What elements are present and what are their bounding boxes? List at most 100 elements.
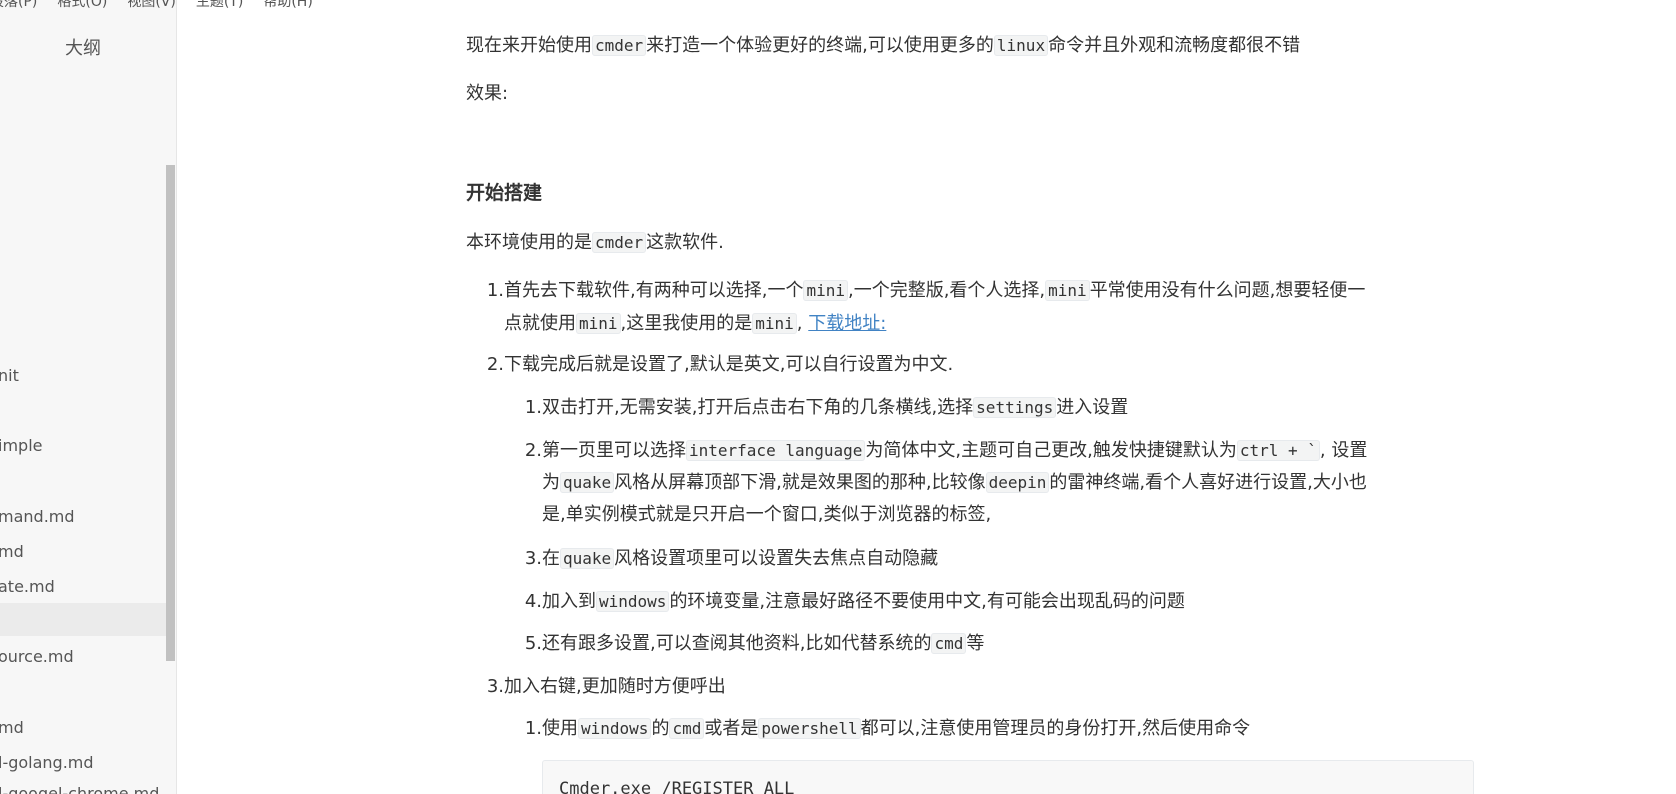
code-block[interactable]: Cmder.exe /REGISTER ALL — [542, 760, 1474, 794]
file-item[interactable]: md — [0, 712, 166, 744]
list-item: 加入右键,更加随时方便呼出 — [504, 676, 726, 697]
file-item[interactable]: mand.md — [0, 501, 166, 533]
file-item[interactable]: l-googel-chrome.md — [0, 778, 166, 794]
sidebar-title-outline[interactable]: 大纲 — [0, 34, 166, 60]
sub-list-number: 3. — [524, 548, 542, 569]
text: 加入到 — [542, 591, 596, 612]
file-label: l-googel-chrome.md — [0, 784, 160, 794]
list-number: 2. — [486, 354, 504, 375]
file-label: md — [0, 718, 24, 737]
selected-file-highlight[interactable] — [0, 603, 166, 636]
sub-list-item: 在 quake 风格设置项里可以设置失去焦点自动隐藏 — [542, 543, 938, 575]
list-number: 3. — [486, 676, 504, 697]
text: 的环境变量,注意最好路径不要使用中文,有可能会出现乱码的问题 — [669, 591, 1185, 612]
text: 进入设置 — [1056, 397, 1129, 418]
inline-code: cmder — [592, 232, 647, 253]
file-label: ource.md — [0, 647, 74, 666]
text: 平常使用没有什么问题,想要轻便一 — [1089, 280, 1366, 301]
text: 都可以,注意使用管理员的身份打开,然后使用命令 — [860, 718, 1251, 739]
text: 首先去下载软件,有两种可以选择,一个 — [504, 280, 804, 301]
sub-list-number: 2. — [524, 440, 542, 461]
inline-code: mini — [576, 313, 621, 334]
text: , 设置 — [1319, 440, 1368, 461]
inline-code: mini — [752, 313, 797, 334]
inline-code: settings — [973, 397, 1057, 418]
text: ,一个完整版,看个人选择, — [847, 280, 1046, 301]
text: 在 — [542, 548, 560, 569]
menu-view[interactable]: 视图(V) — [127, 0, 176, 11]
inline-code: powershell — [758, 718, 861, 739]
text: 来打造一个体验更好的终端,可以使用更多的 — [646, 35, 994, 56]
menu-theme[interactable]: 主题(T) — [196, 0, 243, 11]
file-label: mand.md — [0, 507, 75, 526]
file-item[interactable]: l-golang.md — [0, 747, 166, 779]
text: 风格从屏幕顶部下滑,就是效果图的那种,比较像 — [614, 472, 986, 493]
inline-code: interface language — [686, 440, 866, 461]
text: ,这里我使用的是 — [620, 313, 753, 334]
text: 命令并且外观和流畅度都很不错 — [1048, 35, 1301, 56]
sub-list-item: 加入到 windows 的环境变量,注意最好路径不要使用中文,有可能会出现乱码的问题 — [542, 586, 1185, 618]
file-item[interactable]: ource.md — [0, 641, 166, 673]
env-paragraph: 本环境使用的是 cmder 这款软件. — [466, 227, 724, 259]
sub-list-item: 使用 windows 的 cmd 或者是 powershell 都可以,注意使用管理员的身份… — [542, 713, 1250, 745]
list-item-continued: 点就使用 mini ,这里我使用的是 mini, 下载地址: — [504, 308, 886, 340]
text: 还有跟多设置,可以查阅其他资料,比如代替系统的 — [542, 633, 932, 654]
text: 这款软件. — [646, 232, 724, 253]
sidebar: 大纲 nit imple mand.md md ate.md ource.md … — [0, 0, 177, 794]
editor-content[interactable]: 现在来开始使用 cmder 来打造一个体验更好的终端,可以使用更多的 linux 命令并… — [466, 0, 1476, 794]
code-line: Cmder.exe /REGISTER ALL — [559, 779, 795, 794]
sub-list-number: 1. — [524, 397, 542, 418]
text: 现在来开始使用 — [466, 35, 592, 56]
list-number: 1. — [486, 280, 504, 301]
text: 的 — [651, 718, 670, 739]
file-label: md — [0, 542, 24, 561]
file-item[interactable]: ate.md — [0, 571, 166, 603]
inline-code: quake — [560, 472, 615, 493]
file-item[interactable]: nit — [0, 360, 166, 392]
menu-format[interactable]: 格式(O) — [57, 0, 107, 11]
sub-list-item: 第一页里可以选择 interface language 为简体中文,主题可自己更改,… — [542, 435, 1367, 467]
sub-list-number: 5. — [524, 633, 542, 654]
list-item: 下载完成后就是设置了,默认是英文,可以自行设置为中文. — [504, 354, 954, 375]
text: 本环境使用的是 — [466, 232, 592, 253]
sub-list-item-continued: 为 quake 风格从屏幕顶部下滑,就是效果图的那种,比较像 deepin 的雷神终端,… — [542, 467, 1367, 499]
effect-label: 效果: — [466, 83, 509, 104]
intro-paragraph: 现在来开始使用 cmder 来打造一个体验更好的终端,可以使用更多的 linux 命令并… — [466, 30, 1300, 62]
sub-list-number: 4. — [524, 591, 542, 612]
inline-code: ctrl + ` — [1236, 440, 1320, 461]
menu-bar: 段落(P) 格式(O) 视图(V) 主题(T) 帮助(H) — [0, 0, 313, 11]
menu-paragraph[interactable]: 段落(P) — [0, 0, 37, 11]
file-label: l-golang.md — [0, 753, 94, 772]
file-item[interactable]: md — [0, 536, 166, 568]
inline-code: deepin — [985, 472, 1050, 493]
typora-window: 段落(P) 格式(O) 视图(V) 主题(T) 帮助(H) 大纲 nit imp… — [0, 0, 1676, 794]
file-item[interactable]: imple — [0, 430, 166, 462]
sub-list-item-continued: 是,单实例模式就是只开启一个窗口,类似于浏览器的标签, — [542, 504, 992, 525]
text: 或者是 — [704, 718, 759, 739]
inline-code: windows — [578, 718, 652, 739]
inline-code: cmd — [931, 633, 967, 654]
inline-code: linux — [993, 35, 1049, 56]
inline-code: windows — [596, 591, 670, 612]
sub-list-item: 还有跟多设置,可以查阅其他资料,比如代替系统的 cmd 等 — [542, 628, 984, 660]
text: 为 — [542, 472, 560, 493]
file-label: ate.md — [0, 577, 55, 596]
text: 为简体中文,主题可自己更改,触发快捷键默认为 — [865, 440, 1237, 461]
file-label: imple — [0, 436, 43, 455]
text: 双击打开,无需安装,打开后点击右下角的几条横线,选择 — [542, 397, 974, 418]
text: , — [796, 313, 803, 334]
list-item: 首先去下载软件,有两种可以选择,一个 mini ,一个完整版,看个人选择, mini 平… — [504, 275, 1365, 307]
text: 风格设置项里可以设置失去焦点自动隐藏 — [614, 548, 939, 569]
text: 第一页里可以选择 — [542, 440, 686, 461]
inline-code: cmder — [592, 35, 647, 56]
text: 使用 — [542, 718, 578, 739]
text: 等 — [966, 633, 985, 654]
inline-code: mini — [1045, 280, 1090, 301]
file-label: nit — [0, 366, 19, 385]
download-link[interactable]: 下载地址: — [808, 313, 886, 334]
text: 点就使用 — [504, 313, 576, 334]
heading-start-build: 开始搭建 — [466, 182, 543, 204]
sidebar-scrollbar[interactable] — [166, 165, 175, 661]
text: 的雷神终端,看个人喜好进行设置,大小也 — [1049, 472, 1367, 493]
menu-help[interactable]: 帮助(H) — [263, 0, 312, 11]
